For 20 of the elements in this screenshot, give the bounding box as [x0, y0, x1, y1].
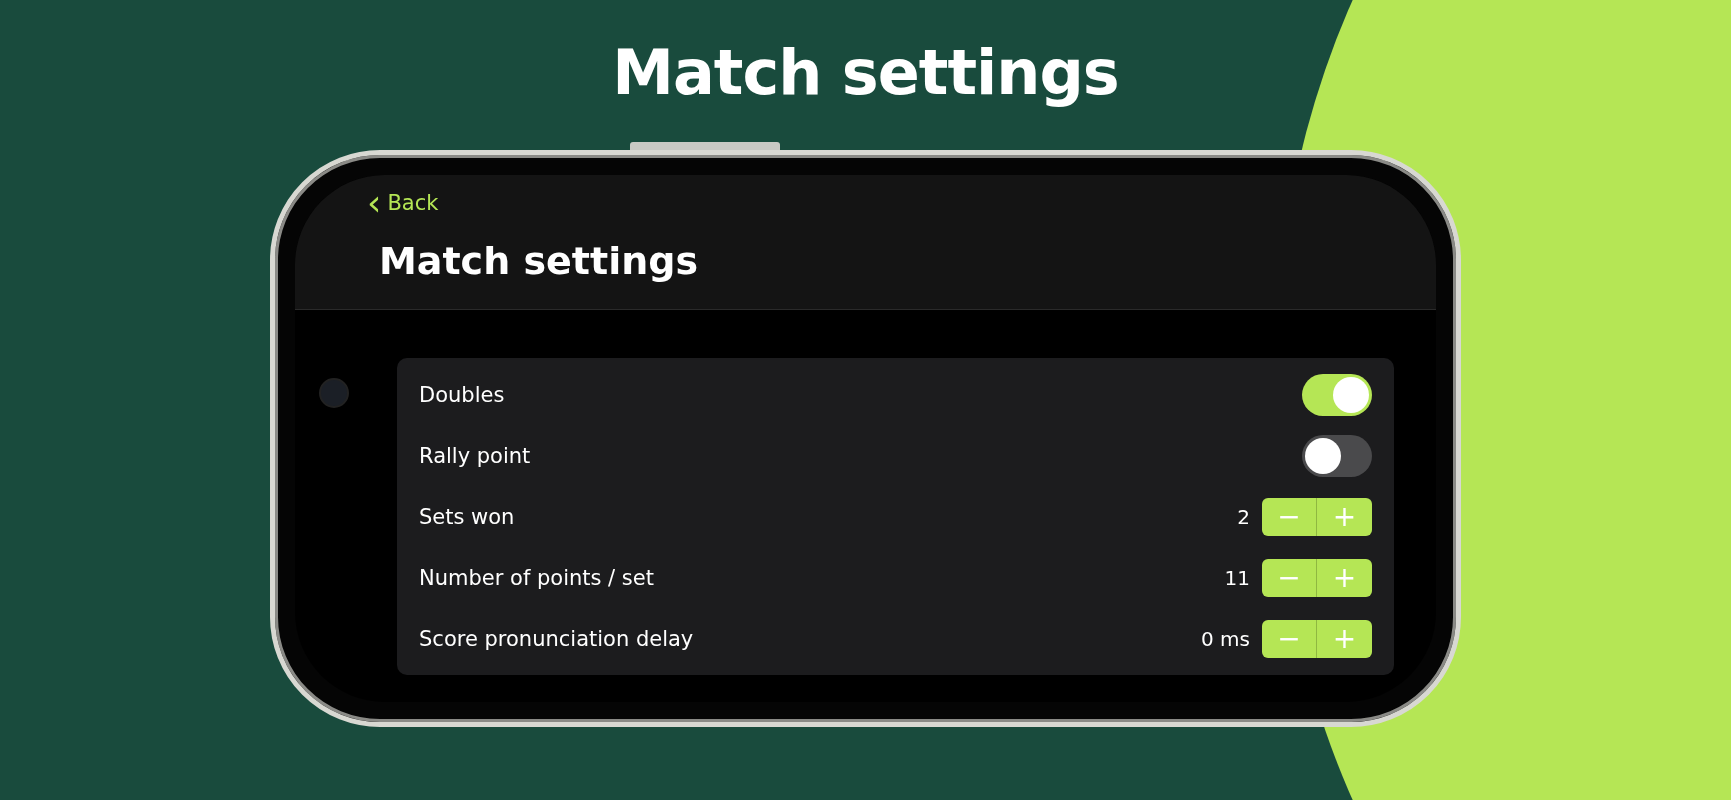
setting-label: Rally point — [419, 443, 531, 468]
setting-label: Sets won — [419, 504, 515, 529]
setting-label: Doubles — [419, 382, 505, 407]
toggle-switch[interactable] — [1302, 373, 1372, 416]
plus-button[interactable]: + — [1317, 619, 1372, 658]
screen-title: Match settings — [379, 239, 700, 283]
setting-label: Score pronunciation delay — [419, 626, 694, 651]
back-link[interactable]: ‹ Back — [367, 189, 439, 217]
minus-button[interactable]: − — [1262, 619, 1317, 658]
plus-button[interactable]: + — [1317, 558, 1372, 597]
minus-button[interactable]: − — [1262, 497, 1317, 536]
minus-button[interactable]: − — [1262, 558, 1317, 597]
camera-icon — [319, 378, 349, 408]
toggle-switch[interactable] — [1302, 434, 1372, 477]
setting-label: Number of points / set — [419, 565, 654, 590]
setting-value: 0 ms — [1201, 626, 1250, 651]
setting-value: 2 — [1237, 504, 1250, 529]
setting-value: 11 — [1224, 565, 1250, 590]
headline: Match settings — [612, 36, 1119, 111]
plus-button[interactable]: + — [1317, 497, 1372, 536]
